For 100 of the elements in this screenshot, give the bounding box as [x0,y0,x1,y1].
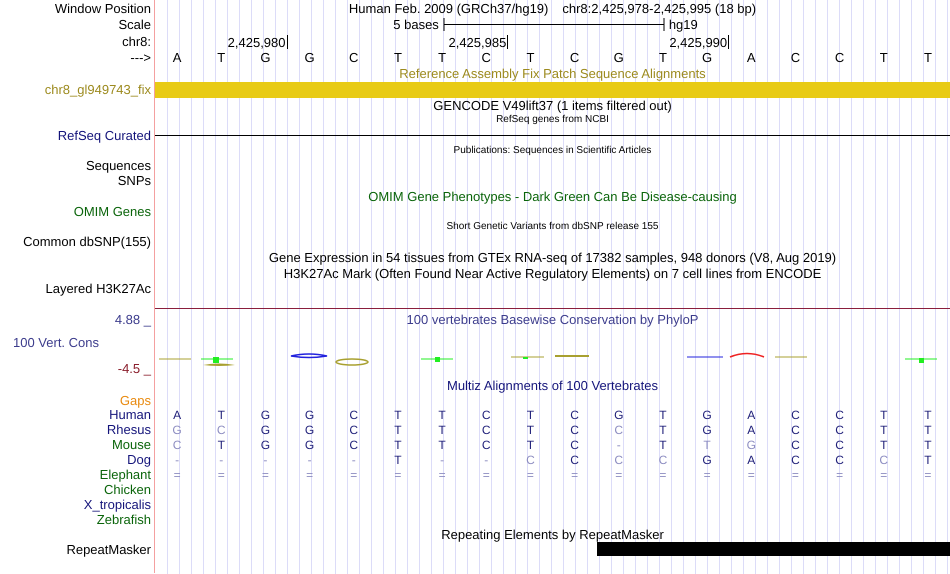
alignment-base: T [659,424,667,436]
species-label: Chicken [104,483,151,496]
base-letter: C [790,51,800,64]
alignment-base: T [659,408,667,420]
scale-text: 5 bases [393,18,439,31]
alignment-base: = [704,468,711,480]
axis-min-label: -4.5 _ [118,361,151,377]
alignment-base: C [614,424,624,436]
alignment-base: G [260,438,270,450]
track-title: Publications: Sequences in Scientific Articles [454,146,652,156]
alignment-base: C [216,424,226,436]
alignment-base: = [350,468,358,480]
alignment-base: G [304,438,314,450]
alignment-base: T [526,438,534,450]
alignment-base: T [218,408,225,420]
base-letter: C [349,51,358,64]
base-letter: T [658,51,667,64]
species-label: X_tropicalis [84,498,151,511]
track-label: Window Position [54,2,151,14]
alignment-base: - [484,454,488,466]
species-label: Mouse [112,438,151,451]
alignment-base: C [879,454,888,466]
base-letter: T [438,51,446,64]
base-letter: G [304,51,315,64]
track-label: OMIM Genes [74,205,151,218]
alignment-base: C [570,424,579,436]
alignment-base: C [835,438,844,450]
alignment-base: = [659,468,666,480]
alignment-base: - [219,454,224,466]
alignment-base: = [571,468,578,480]
base-letter: C [482,51,491,64]
alignment-base: T [880,438,888,450]
alignment-base: C [349,408,358,420]
track-title: 100 vertebrates Basewise Conservation by PhyloP [406,312,698,326]
alignment-base: C [482,424,491,436]
base-letter: C [834,51,844,64]
alignment-base: T [924,424,932,436]
alignment-base: C [526,454,535,466]
track-label: ---> [130,51,151,64]
alignment-base: C [835,408,844,420]
alignment-base: = [880,468,888,480]
position-tick: 2,425,990 [669,35,730,49]
alignment-base: A [747,408,756,420]
alignment-base: C [570,454,579,466]
alignment-base: = [482,468,490,480]
alignment-base: T [880,408,888,420]
alignment-base: C [482,408,491,420]
alignment-base: C [791,438,800,450]
alignment-base: G [746,438,756,450]
track-title: GENCODE V49lift37 (1 items filtered out) [433,98,672,112]
alignment-base: G [172,424,182,436]
alignment-base: C [349,424,358,436]
base-letter: A [172,51,182,64]
alignment-base: T [438,408,446,420]
alignment-base: C [172,438,182,450]
alignment-base: = [306,468,314,480]
alignment-base: T [394,454,402,466]
alignment-base: C [614,454,624,466]
alignment-base: T [703,438,711,450]
base-letter: C [570,51,580,64]
alignment-base: G [702,408,712,420]
track-title: Reference Assembly Fix Patch Sequence Alignments [399,66,706,80]
base-letter: T [924,51,932,64]
alignment-base: A [173,408,182,420]
track-title: RefSeq genes from NCBI [496,114,609,124]
track-label: Sequences [86,159,151,172]
alignment-base: = [218,468,225,480]
alignment-base: = [836,468,844,480]
alignment-base: C [570,438,579,450]
alignment-base: = [394,468,402,480]
alignment-base: G [260,424,270,436]
alignment-base: T [924,408,932,420]
alignment-base: T [659,438,667,450]
position-tick: 2,425,980 [228,35,288,49]
alignment-base: T [394,408,402,420]
base-letter: T [880,51,888,64]
alignment-base: T [438,438,446,450]
alignment-base: T [218,438,225,450]
alignment-base: A [747,454,756,466]
track-label: chr8_gl949743_fix [44,83,151,96]
alignment-base: T [924,454,932,466]
position-tick: 2,425,985 [448,35,508,49]
alignment-base: T [880,424,888,436]
alignment-base: C [835,454,844,466]
base-letter: A [746,51,756,64]
alignment-base: C [835,424,844,436]
base-letter: G [260,51,270,64]
scale-database: hg19 [668,18,698,31]
alignment-base: G [702,424,712,436]
track-label: RefSeq Curated [58,128,151,142]
track-title: Gene Expression in 54 tissues from GTEx RNA-seq of 17382 samples, 948 donors (V8, Aug 2019) [268,250,836,264]
track-label: Common dbSNP(155) [23,235,151,248]
track-title: Short Genetic Variants from dbSNP release 155 [446,222,658,232]
alignment-base: - [440,454,444,466]
species-label: Elephant [100,468,151,481]
alignment-base: G [702,454,712,466]
alignment-base: T [526,408,534,420]
alignment-base: = [262,468,269,480]
alignment-base: T [924,438,932,450]
alignment-base: C [570,408,579,420]
